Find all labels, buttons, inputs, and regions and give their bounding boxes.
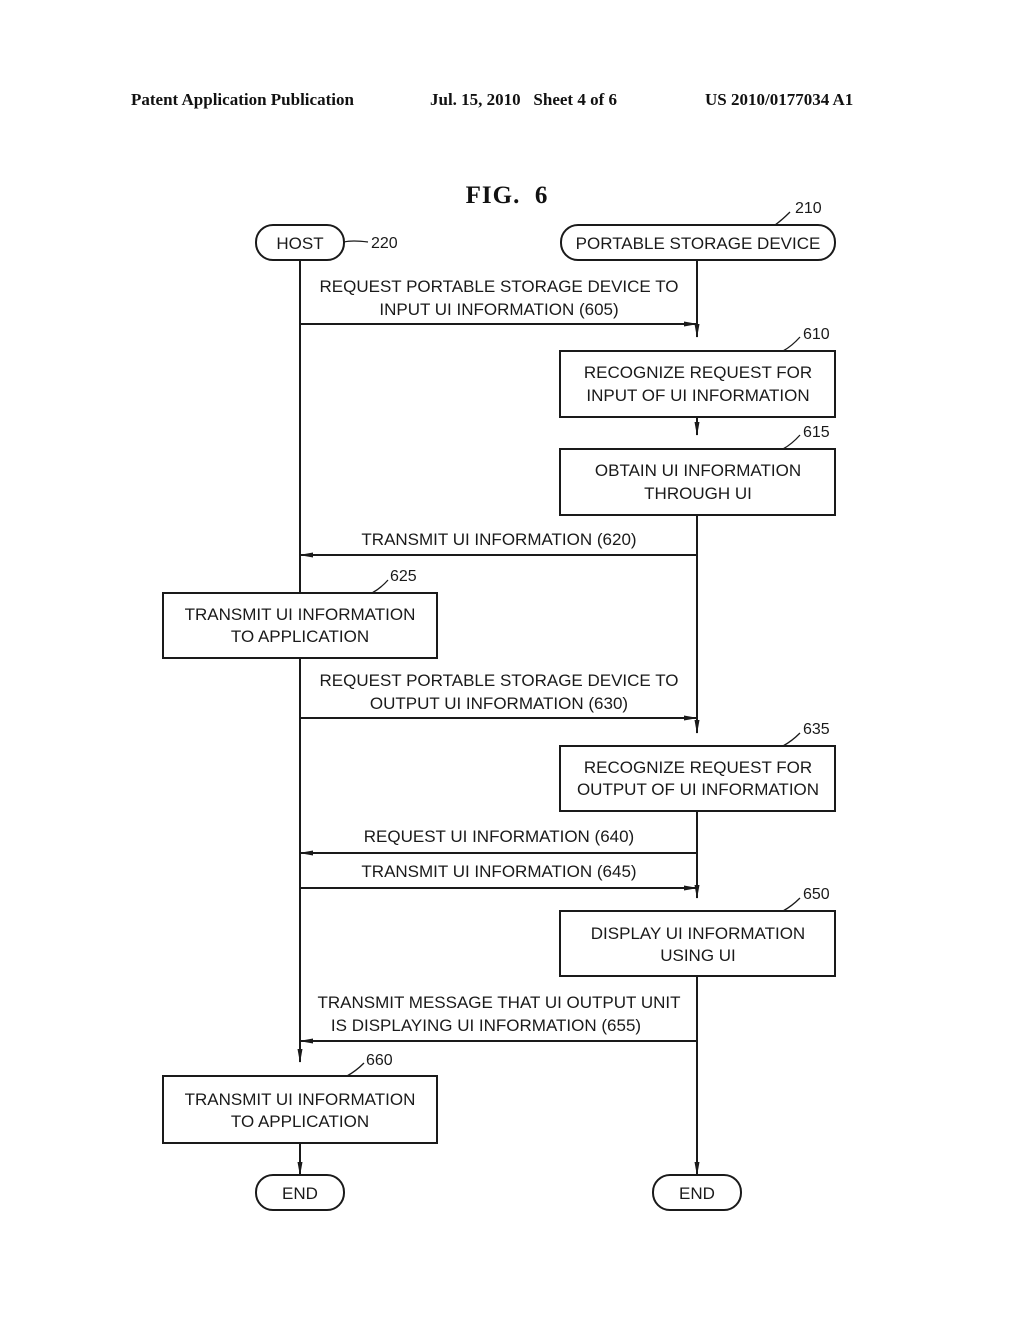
step-625-line-2: TO APPLICATION	[231, 627, 369, 646]
step-660-line-1: TRANSMIT UI INFORMATION	[185, 1090, 416, 1109]
step-635-line-2: OUTPUT OF UI INFORMATION	[577, 780, 819, 799]
step-650-ref-number: 650	[803, 886, 830, 903]
step-635: RECOGNIZE REQUEST FOR OUTPUT OF UI INFOR…	[559, 721, 836, 812]
host-label: HOST	[276, 234, 323, 253]
message-640-line-1: REQUEST UI INFORMATION (640)	[364, 827, 634, 846]
host-ref-leader	[343, 240, 369, 243]
message-620: TRANSMIT UI INFORMATION (620)	[299, 530, 697, 558]
step-625-ref-leader	[371, 579, 389, 594]
step-650-ref-leader	[782, 897, 801, 912]
step-635-line-1: RECOGNIZE REQUEST FOR	[584, 758, 812, 777]
message-645: TRANSMIT UI INFORMATION (645)	[300, 862, 698, 891]
step-625-ref-number: 625	[390, 568, 417, 585]
device-end-terminal: END	[652, 1174, 742, 1211]
device-ref-leader	[774, 211, 791, 226]
step-610-line-2: INPUT OF UI INFORMATION	[586, 386, 809, 405]
message-655-line-1: TRANSMIT MESSAGE THAT UI OUTPUT UNIT	[317, 993, 680, 1012]
step-650: DISPLAY UI INFORMATION USING UI 650	[559, 886, 836, 977]
message-640: REQUEST UI INFORMATION (640)	[299, 827, 697, 856]
step-660: TRANSMIT UI INFORMATION TO APPLICATION 6…	[162, 1052, 438, 1144]
message-645-line-1: TRANSMIT UI INFORMATION (645)	[361, 862, 636, 881]
message-605-line-2: INPUT UI INFORMATION (605)	[379, 300, 618, 319]
step-610-ref-number: 610	[803, 326, 830, 343]
message-655: TRANSMIT MESSAGE THAT UI OUTPUT UNIT IS …	[299, 993, 697, 1044]
step-660-line-2: TO APPLICATION	[231, 1112, 369, 1131]
device-actor: PORTABLE STORAGE DEVICE	[560, 224, 836, 261]
message-630: REQUEST PORTABLE STORAGE DEVICE TO OUTPU…	[300, 671, 698, 721]
step-615-line-1: OBTAIN UI INFORMATION	[595, 461, 801, 480]
step-610-ref-leader	[782, 336, 801, 352]
step-650-line-1: DISPLAY UI INFORMATION	[591, 924, 805, 943]
host-actor: HOST	[255, 224, 345, 261]
device-ref-number: 210	[795, 200, 822, 217]
message-605-line-1: REQUEST PORTABLE STORAGE DEVICE TO	[320, 277, 679, 296]
message-605: REQUEST PORTABLE STORAGE DEVICE TO INPUT…	[300, 277, 698, 327]
host-ref-number: 220	[371, 235, 398, 252]
step-660-ref-number: 660	[366, 1052, 393, 1069]
device-end-label: END	[679, 1184, 715, 1203]
step-615-ref-leader	[782, 434, 801, 450]
step-635-ref-leader	[782, 732, 801, 747]
device-label: PORTABLE STORAGE DEVICE	[576, 234, 821, 253]
step-660-ref-leader	[346, 1062, 365, 1077]
message-630-line-2: OUTPUT UI INFORMATION (630)	[370, 694, 628, 713]
step-610-line-1: RECOGNIZE REQUEST FOR	[584, 363, 812, 382]
step-650-line-2: USING UI	[660, 946, 736, 965]
sequence-diagram: HOST 220 PORTABLE STORAGE DEVICE 210 REQ…	[162, 200, 836, 1211]
step-625-line-1: TRANSMIT UI INFORMATION	[185, 605, 416, 624]
host-end-label: END	[282, 1184, 318, 1203]
step-615: OBTAIN UI INFORMATION THROUGH UI 615	[559, 424, 836, 516]
step-615-line-2: THROUGH UI	[644, 484, 752, 503]
message-620-line-1: TRANSMIT UI INFORMATION (620)	[361, 530, 636, 549]
message-655-line-2: IS DISPLAYING UI INFORMATION (655)	[331, 1016, 641, 1035]
message-630-line-1: REQUEST PORTABLE STORAGE DEVICE TO	[320, 671, 679, 690]
step-610: RECOGNIZE REQUEST FOR INPUT OF UI INFORM…	[559, 326, 836, 418]
step-635-ref-number: 635	[803, 721, 830, 738]
step-615-ref-number: 615	[803, 424, 830, 441]
host-end-terminal: END	[255, 1174, 345, 1211]
